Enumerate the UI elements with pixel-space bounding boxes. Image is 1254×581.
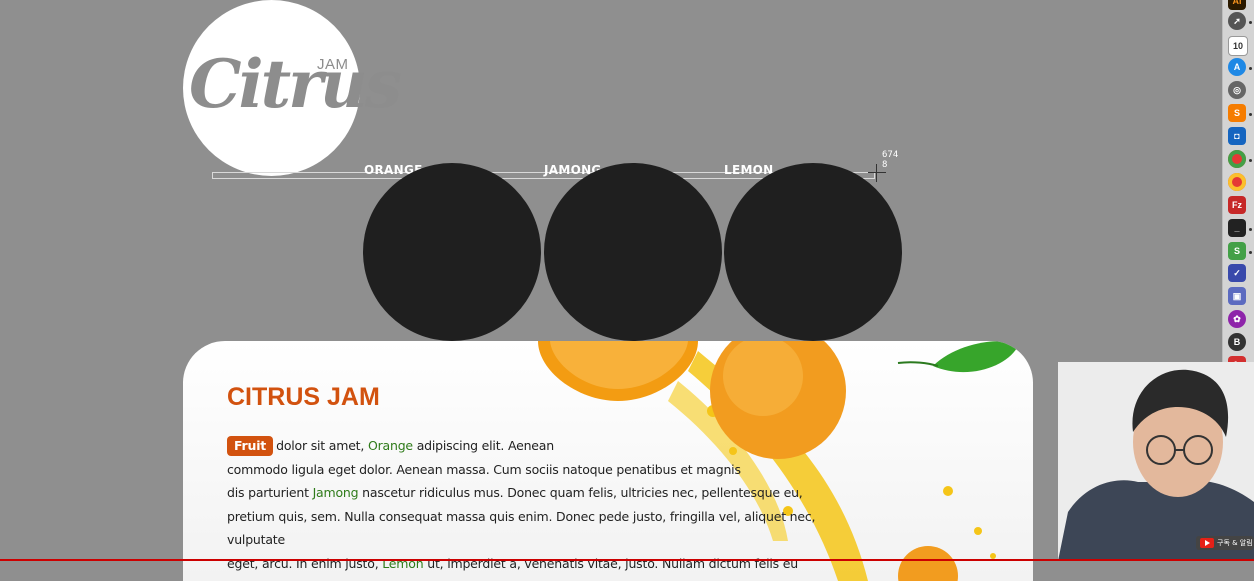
filezilla-icon[interactable]: Fz: [1228, 196, 1246, 214]
circle-jamong[interactable]: [544, 163, 722, 341]
running-indicator: [1249, 113, 1252, 116]
disk-utility-icon[interactable]: ◎: [1228, 81, 1246, 99]
running-indicator: [1249, 21, 1252, 24]
blender-icon[interactable]: B: [1228, 333, 1246, 351]
photos-icon[interactable]: ✿: [1228, 310, 1246, 328]
sourcetree-icon[interactable]: ◘: [1228, 127, 1246, 145]
task-icon[interactable]: ✓: [1228, 264, 1246, 282]
calendar-icon[interactable]: 10: [1228, 36, 1248, 56]
measure-width: 674: [882, 150, 898, 160]
body-segment: eget, arcu. In enim justo,: [227, 556, 382, 571]
fruit-badge: Fruit: [227, 436, 273, 456]
rocket-icon[interactable]: ➚: [1228, 12, 1246, 30]
chrome-icon[interactable]: [1228, 150, 1246, 168]
logo-brand-text: Citrus: [189, 45, 399, 123]
circle-orange[interactable]: [363, 163, 541, 341]
body-line: commodo ligula eget dolor. Aenean massa.…: [227, 458, 827, 482]
running-indicator: [1249, 228, 1252, 231]
youtube-icon: [1200, 538, 1214, 548]
circle-lemon[interactable]: [724, 163, 902, 341]
running-indicator: [1249, 159, 1252, 162]
body-segment: nascetur ridiculus mus. Donec quam felis…: [358, 485, 802, 500]
measure-height: 8: [882, 160, 898, 170]
citrus-jam-logo[interactable]: JAM Citrus: [183, 0, 360, 176]
chrome-icon[interactable]: [1228, 173, 1246, 191]
highlight-lemon: Lemon: [382, 556, 423, 571]
body-line: Fruitdolor sit amet, Orange adipiscing e…: [227, 434, 827, 458]
highlight-jamong: Jamong: [313, 485, 359, 500]
subscribe-text: 구독 & 알림: [1217, 538, 1253, 548]
app-store-icon[interactable]: A: [1228, 58, 1246, 76]
sketch-icon[interactable]: S: [1228, 242, 1246, 260]
body-segment: adipiscing elit. Aenean: [413, 438, 554, 453]
running-indicator: [1249, 67, 1252, 70]
terminal-icon[interactable]: _: [1228, 219, 1246, 237]
sublime-icon[interactable]: S: [1228, 104, 1246, 122]
screenshot-icon[interactable]: ▣: [1228, 287, 1246, 305]
illustrator-icon[interactable]: Ai: [1228, 0, 1246, 10]
body-segment: dis parturient: [227, 485, 313, 500]
measure-readout: 674 8: [882, 150, 898, 170]
calendar-day: 10: [1233, 41, 1243, 51]
body-line: pretium quis, sem. Nulla consequat massa…: [227, 505, 827, 552]
body-segment: dolor sit amet,: [276, 438, 368, 453]
page-title: CITRUS JAM: [227, 383, 380, 412]
webcam-overlay: [1058, 362, 1254, 561]
content-card: CITRUS JAM Fruitdolor sit amet, Orange a…: [183, 341, 1033, 581]
body-line: dis parturient Jamong nascetur ridiculus…: [227, 481, 827, 505]
highlight-orange: Orange: [368, 438, 413, 453]
running-indicator: [1249, 251, 1252, 254]
body-line: eget, arcu. In enim justo, Lemon ut, imp…: [227, 552, 827, 581]
